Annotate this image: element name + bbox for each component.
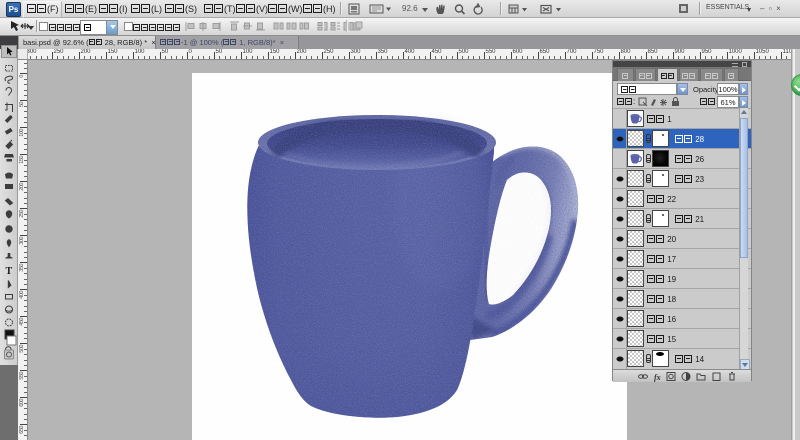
svg-text:T: T — [6, 266, 13, 277]
svg-text:fx: fx — [654, 373, 661, 382]
